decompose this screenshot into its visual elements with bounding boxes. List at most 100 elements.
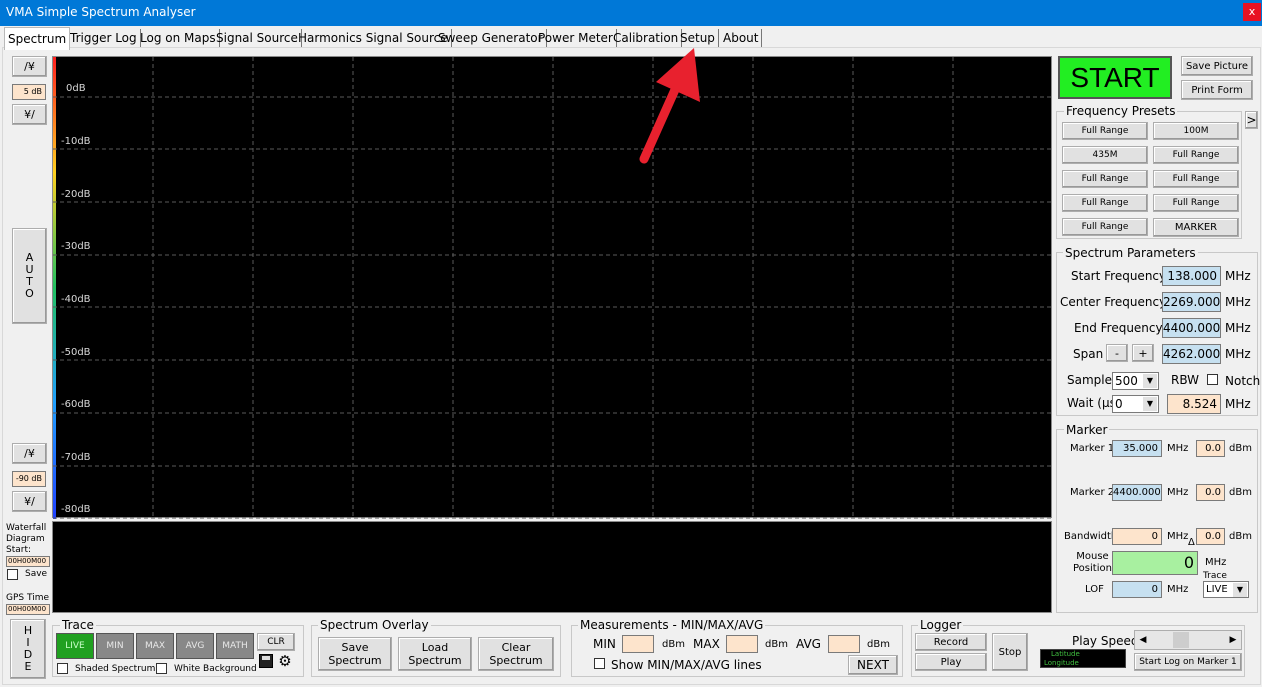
save-picture-button[interactable]: Save Picture bbox=[1181, 56, 1253, 76]
marker1-dbm-value: 0.0 bbox=[1196, 440, 1225, 457]
scroll-right-icon[interactable]: ▶ bbox=[1226, 632, 1240, 648]
avg-value bbox=[828, 635, 860, 653]
bottom-level-field[interactable]: -90 dB bbox=[12, 471, 46, 487]
trace-group-title: Trace bbox=[60, 618, 96, 632]
measurements-title: Measurements - MIN/MAX/AVG bbox=[578, 618, 766, 632]
marker1-frequency-input[interactable]: 35.000 bbox=[1112, 440, 1162, 457]
top-level-field[interactable]: 5 dB bbox=[12, 84, 46, 100]
preset-button-2[interactable]: 100M bbox=[1153, 122, 1239, 140]
db-label-10: -10dB bbox=[61, 136, 91, 147]
max-label: MAX bbox=[693, 637, 720, 651]
lof-input[interactable]: 0 bbox=[1112, 581, 1162, 598]
shaded-spectrum-checkbox[interactable] bbox=[57, 663, 68, 674]
hide-button[interactable]: H I D E bbox=[10, 619, 46, 679]
bottom-level-down-button[interactable]: ¥/ bbox=[12, 491, 47, 512]
preset-button-9[interactable]: Full Range bbox=[1062, 218, 1148, 236]
title-bar: VMA Simple Spectrum Analyser x bbox=[0, 0, 1262, 26]
preset-button-4[interactable]: Full Range bbox=[1153, 146, 1239, 164]
play-button[interactable]: Play bbox=[915, 653, 987, 671]
auto-button[interactable]: A U T O bbox=[12, 228, 47, 324]
preset-button-8[interactable]: Full Range bbox=[1153, 194, 1239, 212]
rbw-value-field: 8.524 bbox=[1167, 394, 1221, 414]
bottom-level-up-button[interactable]: /¥ bbox=[12, 443, 47, 464]
tab-harmonics-signal-source[interactable]: Harmonics Signal Source bbox=[295, 29, 452, 49]
marker2-frequency-unit: MHz bbox=[1167, 487, 1189, 498]
trace-select[interactable]: LIVE ▼ bbox=[1203, 581, 1249, 598]
waterfall-diagram[interactable] bbox=[52, 521, 1052, 613]
white-background-checkbox[interactable] bbox=[156, 663, 167, 674]
white-background-label: White Background bbox=[174, 664, 257, 674]
clear-trace-button[interactable]: CLR bbox=[257, 633, 295, 651]
wait-select[interactable]: 0 ▼ bbox=[1112, 395, 1159, 413]
show-minmax-checkbox[interactable] bbox=[594, 658, 605, 669]
presets-next-button[interactable]: > bbox=[1245, 111, 1258, 129]
min-label: MIN bbox=[593, 637, 616, 651]
logger-title: Logger bbox=[918, 618, 964, 632]
bandwidth-dbm-unit: dBm bbox=[1229, 531, 1252, 542]
tab-spectrum[interactable]: Spectrum bbox=[4, 27, 71, 50]
span-label: Span bbox=[1073, 347, 1104, 361]
save-disk-icon[interactable] bbox=[259, 654, 273, 668]
play-speed-thumb[interactable] bbox=[1173, 632, 1189, 648]
trace-avg-button[interactable]: AVG bbox=[176, 633, 214, 659]
center-frequency-label: Center Frequency bbox=[1060, 295, 1167, 309]
waterfall-label: Waterfall Diagram Start: bbox=[6, 523, 47, 555]
db-label-40: -40dB bbox=[61, 294, 91, 305]
span-plus-button[interactable]: + bbox=[1132, 344, 1154, 362]
load-spectrum-button[interactable]: Load Spectrum bbox=[398, 637, 472, 671]
tab-power-meter[interactable]: Power Meter bbox=[535, 29, 617, 49]
play-speed-scrollbar[interactable]: ◀ ▶ bbox=[1134, 630, 1242, 650]
marker2-dbm-unit: dBm bbox=[1229, 487, 1252, 498]
tab-about[interactable]: About bbox=[720, 29, 763, 49]
top-level-up-button[interactable]: /¥ bbox=[12, 56, 47, 77]
samples-select[interactable]: 500 ▼ bbox=[1112, 372, 1159, 390]
db-label-50: -50dB bbox=[61, 347, 91, 358]
marker2-frequency-input[interactable]: 4400.000 bbox=[1112, 484, 1162, 501]
avg-unit: dBm bbox=[867, 639, 890, 650]
span-minus-button[interactable]: - bbox=[1106, 344, 1128, 362]
show-minmax-label: Show MIN/MAX/AVG lines bbox=[611, 658, 762, 672]
stop-button[interactable]: Stop bbox=[992, 633, 1028, 671]
save-spectrum-button[interactable]: Save Spectrum bbox=[318, 637, 392, 671]
center-frequency-input[interactable]: 2269.000 bbox=[1162, 292, 1221, 312]
start-frequency-input[interactable]: 138.000 bbox=[1162, 266, 1221, 286]
preset-button-1[interactable]: Full Range bbox=[1062, 122, 1148, 140]
preset-button-6[interactable]: Full Range bbox=[1153, 170, 1239, 188]
tab-trigger-log[interactable]: Trigger Log bbox=[67, 29, 141, 49]
db-label-0: 0dB bbox=[66, 83, 86, 94]
preset-button-5[interactable]: Full Range bbox=[1062, 170, 1148, 188]
gear-icon[interactable]: ⚙ bbox=[277, 653, 293, 669]
start-log-button[interactable]: Start Log on Marker 1 bbox=[1134, 653, 1242, 671]
span-input[interactable]: 4262.000 bbox=[1162, 344, 1221, 364]
start-button[interactable]: START bbox=[1058, 56, 1172, 99]
start-frequency-unit: MHz bbox=[1225, 269, 1251, 283]
gps-time-value: 00H00M00 bbox=[6, 604, 50, 615]
notch-checkbox[interactable] bbox=[1207, 374, 1218, 385]
trace-live-button[interactable]: LIVE bbox=[56, 633, 94, 659]
trace-max-button[interactable]: MAX bbox=[136, 633, 174, 659]
scroll-left-icon[interactable]: ◀ bbox=[1136, 632, 1150, 648]
bandwidth-label: Bandwidth bbox=[1064, 531, 1118, 542]
tab-signal-source[interactable]: Signal Source bbox=[213, 29, 302, 49]
tab-log-on-maps[interactable]: Log on Maps bbox=[137, 29, 220, 49]
print-form-button[interactable]: Print Form bbox=[1181, 80, 1253, 100]
waterfall-save-checkbox[interactable] bbox=[7, 569, 18, 580]
top-level-down-button[interactable]: ¥/ bbox=[12, 104, 47, 125]
trace-math-button[interactable]: MATH bbox=[216, 633, 254, 659]
end-frequency-input[interactable]: 4400.000 bbox=[1162, 318, 1221, 338]
preset-button-7[interactable]: Full Range bbox=[1062, 194, 1148, 212]
preset-marker-button[interactable]: MARKER bbox=[1153, 218, 1239, 237]
record-button[interactable]: Record bbox=[915, 633, 987, 651]
next-button[interactable]: NEXT bbox=[848, 655, 898, 675]
tab-sweep-generator[interactable]: Sweep Generator bbox=[435, 29, 547, 49]
preset-button-3[interactable]: 435M bbox=[1062, 146, 1148, 164]
samples-label: Samples bbox=[1067, 373, 1119, 387]
play-speed-label: Play Speed bbox=[1072, 634, 1139, 648]
spectrum-plot[interactable]: 0dB -10dB -20dB -30dB -40dB -50dB -60dB … bbox=[52, 56, 1053, 519]
center-frequency-unit: MHz bbox=[1225, 295, 1251, 309]
clear-spectrum-button[interactable]: Clear Spectrum bbox=[478, 637, 554, 671]
db-label-70: -70dB bbox=[61, 452, 91, 463]
close-button[interactable]: x bbox=[1243, 3, 1261, 21]
window-title: VMA Simple Spectrum Analyser bbox=[6, 5, 196, 19]
trace-min-button[interactable]: MIN bbox=[96, 633, 134, 659]
